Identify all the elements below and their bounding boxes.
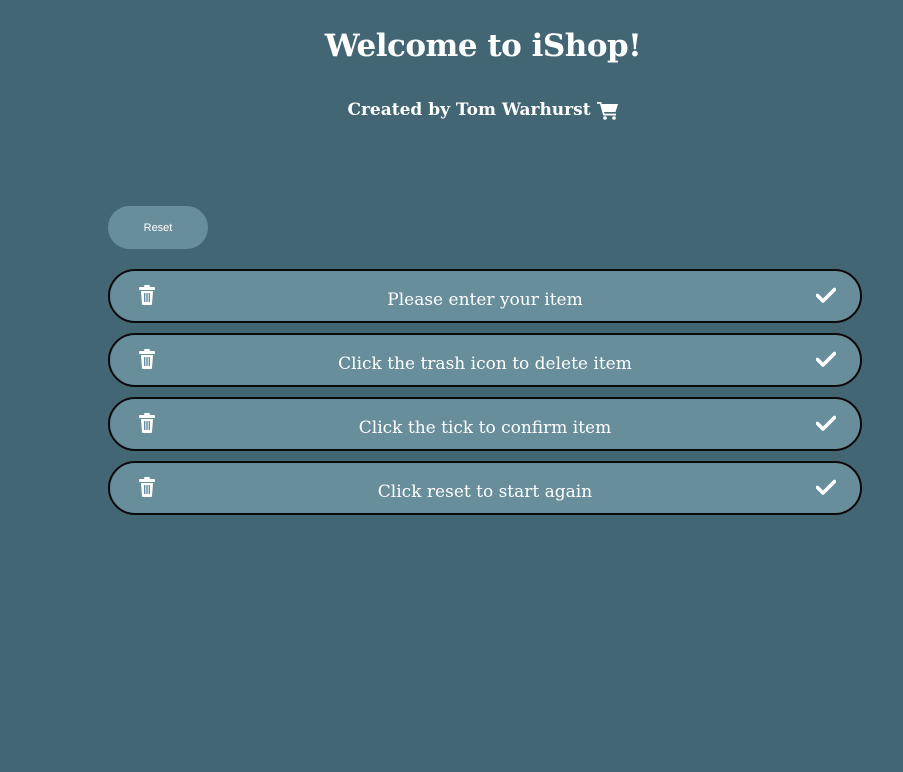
list-item: Click the trash icon to delete item <box>108 333 862 387</box>
reset-button[interactable]: Reset <box>108 206 208 249</box>
shopping-cart-icon <box>596 100 619 120</box>
list-item: Click the tick to confirm item <box>108 397 862 451</box>
page-subtitle: Created by Tom Warhurst <box>0 100 903 120</box>
list-item-text: Click the trash icon to delete item <box>338 354 632 374</box>
list-item: Click reset to start again <box>108 461 862 515</box>
page-title: Welcome to iShop! <box>324 28 642 64</box>
check-icon[interactable] <box>815 479 837 495</box>
shopping-list: Please enter your item Click the trash i… <box>108 269 862 525</box>
subtitle-label: Created by Tom Warhurst <box>347 100 591 120</box>
list-item-text: Click the tick to confirm item <box>358 418 612 438</box>
list-item: Please enter your item <box>108 269 862 323</box>
list-item-text: Click reset to start again <box>377 482 593 502</box>
check-icon[interactable] <box>815 351 837 367</box>
list-item-text: Please enter your item <box>387 290 583 310</box>
check-icon[interactable] <box>815 287 837 303</box>
check-icon[interactable] <box>815 415 837 431</box>
